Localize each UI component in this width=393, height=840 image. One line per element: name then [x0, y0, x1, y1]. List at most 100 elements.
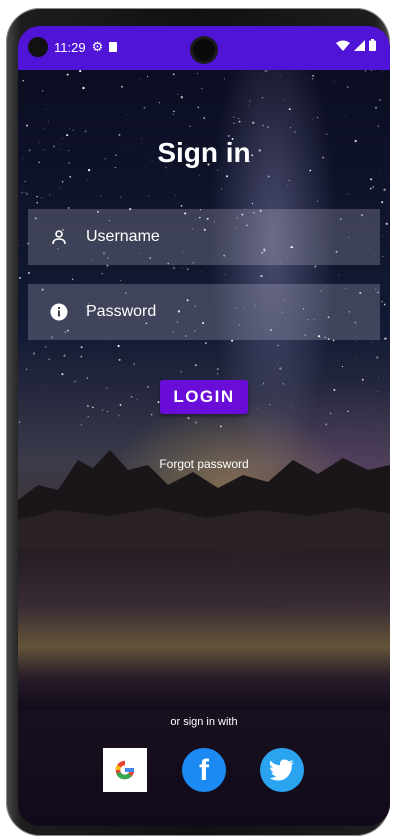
mountains-silhouette [18, 450, 390, 550]
star [316, 116, 319, 119]
star [101, 409, 104, 411]
star [248, 120, 249, 122]
star [354, 357, 356, 359]
star [151, 414, 153, 416]
star [69, 128, 71, 130]
star [32, 352, 36, 355]
signal-icon [354, 39, 365, 51]
star [314, 265, 317, 268]
star [126, 114, 128, 115]
star [118, 133, 121, 136]
facebook-signin-button[interactable]: f [182, 748, 226, 792]
star [264, 70, 267, 72]
star [158, 101, 161, 104]
front-camera-icon [193, 39, 215, 61]
star [180, 371, 182, 373]
star [24, 191, 26, 193]
star [36, 202, 38, 204]
star [66, 134, 69, 137]
status-bar: 11:29 ⚙ [18, 26, 390, 70]
star [277, 363, 278, 365]
star [91, 406, 94, 409]
star [261, 96, 264, 99]
twitter-bird-icon [269, 759, 294, 781]
star [372, 186, 374, 188]
star [119, 404, 122, 406]
star [74, 380, 76, 383]
star [223, 78, 225, 80]
star [69, 176, 72, 178]
star [317, 200, 319, 202]
star [345, 116, 347, 117]
star [61, 181, 64, 183]
password-field[interactable]: Password [28, 284, 380, 340]
phone-screen: 11:29 ⚙ Sign in Username Password LOGIN … [18, 26, 390, 826]
star [80, 424, 83, 426]
status-bar-left: 11:29 ⚙ [28, 37, 118, 57]
star [118, 415, 120, 417]
star [173, 267, 175, 269]
person-icon [50, 228, 68, 246]
star [290, 127, 292, 129]
star [219, 425, 222, 428]
star [309, 169, 312, 172]
star [80, 346, 83, 349]
star [233, 116, 235, 118]
star [329, 412, 332, 415]
twitter-signin-button[interactable] [260, 748, 304, 792]
username-field[interactable]: Username [28, 209, 380, 265]
star [46, 386, 48, 388]
star [380, 133, 382, 135]
star [376, 356, 379, 359]
star [120, 280, 122, 282]
star [338, 274, 340, 276]
star [233, 122, 235, 125]
star [86, 179, 88, 180]
star [101, 272, 104, 275]
star [361, 378, 364, 381]
star [180, 96, 183, 99]
star [80, 355, 83, 358]
star [217, 373, 219, 375]
star [267, 126, 269, 128]
facebook-icon: f [199, 754, 209, 787]
forgot-password-link[interactable]: Forgot password [18, 457, 390, 471]
star [238, 117, 240, 120]
star [225, 175, 228, 178]
star [216, 368, 219, 371]
star [44, 346, 47, 348]
star [293, 131, 296, 134]
star [199, 175, 201, 177]
star [249, 100, 251, 102]
star [288, 179, 290, 182]
star [263, 382, 265, 384]
star [379, 172, 381, 174]
star [41, 197, 43, 199]
star [196, 72, 198, 74]
star [177, 93, 179, 95]
star [182, 267, 184, 269]
star [261, 72, 262, 74]
star [205, 342, 207, 344]
star [172, 73, 175, 76]
star [165, 171, 167, 173]
star [383, 303, 386, 306]
star [21, 191, 24, 194]
google-signin-button[interactable] [103, 748, 147, 792]
star [130, 395, 133, 398]
star [121, 85, 123, 88]
battery-icon [369, 39, 376, 51]
star [369, 187, 372, 190]
star [82, 86, 85, 90]
star [109, 341, 111, 342]
star [80, 83, 82, 84]
star [66, 73, 69, 76]
login-button[interactable]: LOGIN [160, 380, 248, 414]
star [370, 178, 373, 181]
star [355, 340, 357, 342]
star [341, 365, 344, 368]
star [347, 410, 349, 412]
info-icon [50, 303, 68, 321]
star [382, 235, 384, 237]
star [79, 70, 82, 73]
